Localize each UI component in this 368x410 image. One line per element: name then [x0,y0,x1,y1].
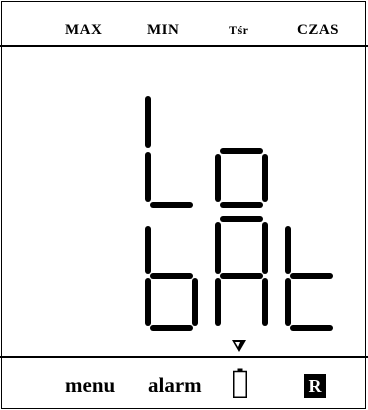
digit-o [215,148,268,208]
seven-segment-readout [145,96,333,331]
footer-bar: menu alarm R [0,356,368,410]
triangle-down-icon [232,340,246,352]
tsr-label[interactable]: Tśr [229,22,249,38]
digit-t [285,226,333,331]
digit-L [145,96,193,208]
min-label[interactable]: MIN [147,22,179,38]
menu-button[interactable]: menu [65,374,115,396]
max-label[interactable]: MAX [65,22,102,38]
header-bar: MAX MIN Tśr CZAS [0,0,368,47]
segment-display: Lo bAt [0,47,368,356]
r-indicator[interactable]: R [304,374,326,398]
czas-label[interactable]: CZAS [297,22,339,38]
alarm-button[interactable]: alarm [148,374,202,396]
digit-b [145,226,198,331]
battery-icon [233,368,247,398]
digit-A [215,216,268,326]
